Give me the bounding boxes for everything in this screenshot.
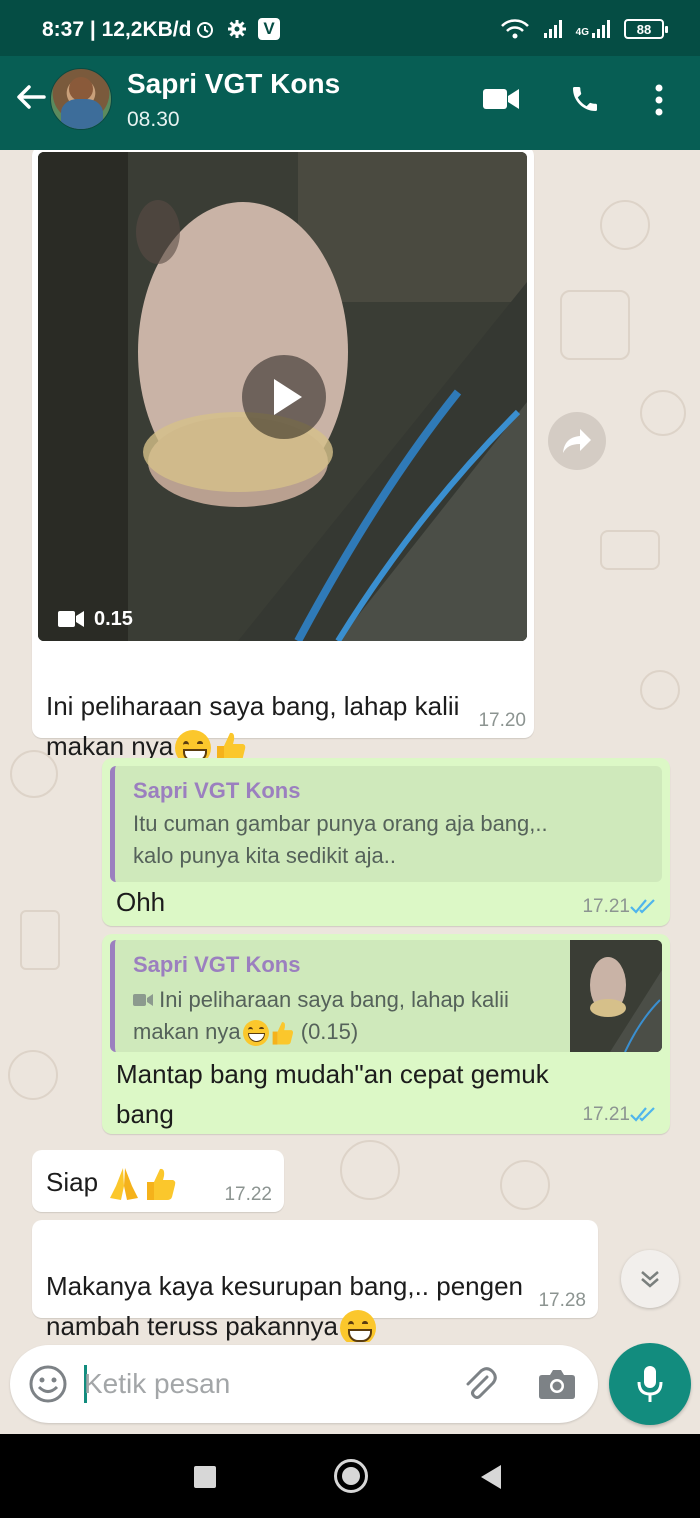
- camera-icon[interactable]: [538, 1367, 576, 1401]
- video-call-icon[interactable]: [482, 86, 520, 112]
- quoted-text-line: makan nya (0.15): [133, 1016, 358, 1048]
- read-receipt-icon: [630, 899, 655, 914]
- quoted-message[interactable]: Sapri VGT Kons Ini peliharaan saya bang,…: [110, 940, 662, 1052]
- wallpaper-doodle: [600, 530, 660, 570]
- emoji-icon[interactable]: [28, 1364, 68, 1404]
- message-time: 17.28: [538, 1290, 586, 1311]
- message-time: 17.22: [224, 1184, 272, 1205]
- forward-icon: [563, 429, 591, 453]
- status-indicators: 4G 88: [500, 18, 668, 40]
- wallpaper-doodle: [500, 1160, 550, 1210]
- forward-button[interactable]: [548, 412, 606, 470]
- quoted-sender: Sapri VGT Kons: [133, 778, 301, 803]
- battery-icon: 88: [624, 19, 668, 39]
- status-time: 8:37 | 12,2KB/d: [42, 18, 191, 42]
- wallpaper-doodle: [20, 910, 60, 970]
- nav-home-icon[interactable]: [334, 1459, 368, 1493]
- message-text: Ini peliharaan saya bang, lahap kalii ma…: [46, 646, 516, 767]
- system-nav-bar: [0, 1434, 700, 1518]
- message-time: 17.21: [582, 1104, 630, 1125]
- message-input[interactable]: [84, 1363, 444, 1405]
- chat-area[interactable]: 0.15 Ini peliharaan saya bang, lahap kal…: [0, 150, 700, 1342]
- quoted-message[interactable]: Sapri VGT Kons Itu cuman gambar punya or…: [110, 766, 662, 882]
- phone-icon[interactable]: [569, 83, 601, 115]
- message-text: Ohh: [116, 887, 166, 917]
- attach-icon[interactable]: [460, 1365, 498, 1403]
- chat-header: Sapri VGT Kons 08.30: [0, 56, 700, 150]
- message-incoming-video[interactable]: 0.15 Ini peliharaan saya bang, lahap kal…: [32, 150, 534, 767]
- message-outgoing-reply[interactable]: Sapri VGT Kons Ini peliharaan saya bang,…: [102, 934, 670, 1134]
- message-outgoing-reply[interactable]: Sapri VGT Kons Itu cuman gambar punya or…: [102, 758, 670, 926]
- network-speed: | 12,2KB/d: [89, 18, 192, 41]
- more-options-icon[interactable]: [652, 84, 666, 116]
- wifi-icon: [500, 19, 529, 39]
- app-notification-icon: V: [258, 18, 280, 40]
- alarm-icon: [195, 19, 215, 44]
- quoted-video-thumbnail: [570, 940, 662, 1052]
- message-text: Mantap bang mudah"an cepat gemuk bang: [116, 1059, 549, 1129]
- grinning-emoji-icon: [339, 1310, 376, 1342]
- settings-gear-icon: [227, 19, 247, 44]
- wallpaper-doodle: [340, 1140, 400, 1200]
- message-text: Makanya kaya kesurupan bang,.. pengen na…: [46, 1226, 586, 1342]
- nav-back-icon[interactable]: [480, 1464, 502, 1490]
- wallpaper-doodle: [640, 390, 686, 436]
- video-thumbnail[interactable]: 0.15: [38, 152, 527, 641]
- video-camera-icon: [133, 994, 153, 1006]
- avatar[interactable]: [50, 68, 112, 130]
- quoted-sender: Sapri VGT Kons: [133, 952, 301, 977]
- nav-recents-icon[interactable]: [194, 1466, 216, 1488]
- signal-icon: [543, 20, 562, 38]
- message-incoming[interactable]: Makanya kaya kesurupan bang,.. pengen na…: [32, 1220, 598, 1342]
- video-duration: 0.15: [94, 608, 133, 630]
- video-camera-icon: [58, 611, 84, 627]
- message-time: 17.21: [582, 896, 630, 917]
- wallpaper-doodle: [640, 670, 680, 710]
- quoted-text-line: Ini peliharaan saya bang, lahap kalii: [133, 984, 509, 1016]
- status-bar: 8:37 | 12,2KB/d V 4G 88: [0, 0, 700, 56]
- clock: 8:37: [42, 18, 85, 41]
- back-arrow-icon[interactable]: [14, 80, 48, 114]
- message-text: Siap: [46, 1162, 177, 1202]
- mic-icon: [637, 1366, 663, 1402]
- quoted-text: Itu cuman gambar punya orang aja bang,..…: [133, 811, 548, 868]
- last-seen: 08.30: [127, 108, 180, 131]
- thumbs-up-emoji-icon: [272, 1022, 293, 1045]
- wallpaper-doodle: [600, 200, 650, 250]
- message-incoming[interactable]: Siap 17.22: [32, 1150, 284, 1212]
- read-receipt-icon: [630, 1107, 655, 1122]
- scroll-down-button[interactable]: [621, 1250, 679, 1308]
- message-input-bar: [10, 1345, 598, 1423]
- folded-hands-emoji-icon: [110, 1168, 139, 1201]
- grinning-emoji-icon: [242, 1020, 269, 1047]
- voice-message-button[interactable]: [609, 1343, 691, 1425]
- contact-name[interactable]: Sapri VGT Kons: [127, 68, 340, 100]
- wallpaper-doodle: [8, 1050, 58, 1100]
- wallpaper-doodle: [560, 290, 630, 360]
- thumbs-up-emoji-icon: [147, 1169, 176, 1201]
- play-icon[interactable]: [241, 354, 327, 440]
- signal-4g-icon: 4G: [576, 20, 610, 38]
- message-time: 17.20: [478, 710, 526, 731]
- scroll-down-icon: [641, 1271, 659, 1288]
